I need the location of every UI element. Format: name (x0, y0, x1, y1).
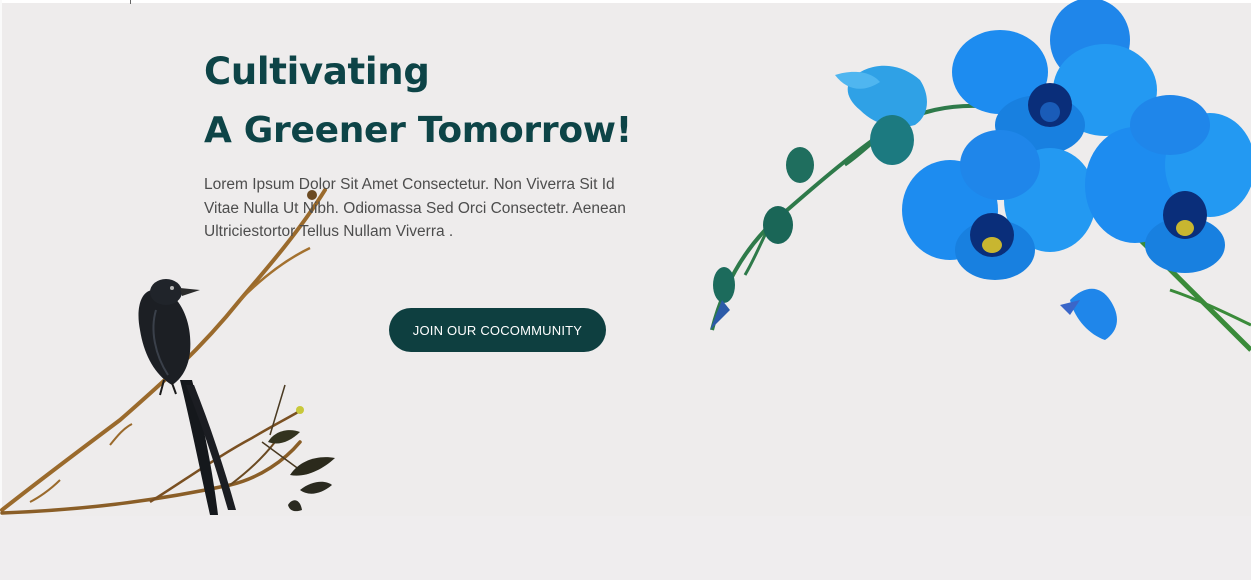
hero-description: Lorem Ipsum Dolor Sit Amet Consectetur. … (204, 176, 626, 240)
hero-section: Cultivating A Greener Tomorrow! Lorem Ip… (0, 0, 1251, 580)
top-tick-mark (130, 0, 131, 4)
join-community-button[interactable]: JOIN OUR COCOMMUNITY (389, 308, 606, 352)
hero-title-line2: A Greener Tomorrow! (204, 110, 632, 151)
orchid-flower-icon (710, 0, 1251, 352)
hero-title-line1: Cultivating (204, 50, 430, 93)
bottom-strip (0, 516, 1251, 580)
